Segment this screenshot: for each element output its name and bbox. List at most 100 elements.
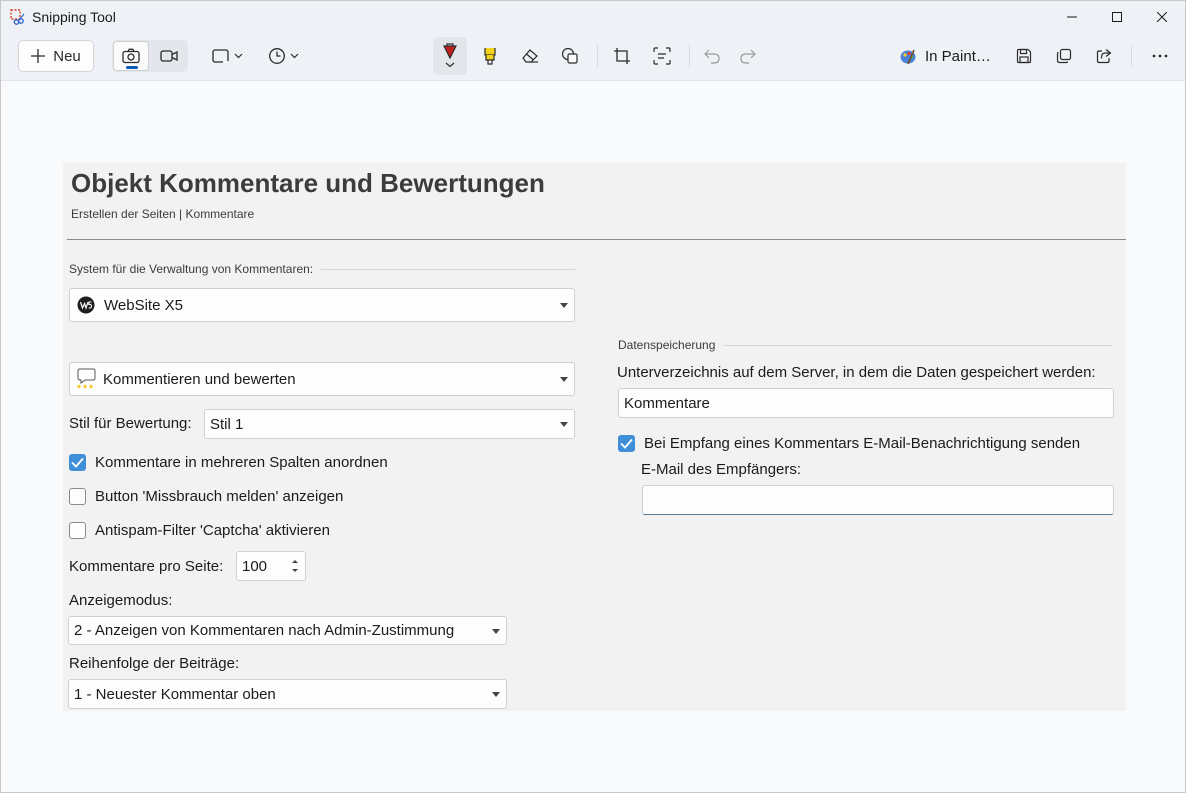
shapes-icon bbox=[561, 47, 578, 64]
eraser-button[interactable] bbox=[517, 40, 543, 72]
snipping-tool-app-icon bbox=[10, 9, 25, 25]
more-options-button[interactable] bbox=[1147, 40, 1173, 72]
plus-icon bbox=[31, 49, 46, 63]
highlighter-icon bbox=[484, 48, 496, 65]
dropdown-caret-icon bbox=[560, 377, 568, 382]
spinner-arrows-icon[interactable] bbox=[290, 556, 300, 576]
rectangle-snip-icon bbox=[211, 49, 229, 63]
share-icon bbox=[1096, 49, 1112, 64]
system-combobox[interactable]: WebSite X5 bbox=[69, 288, 575, 322]
email-recipient-input[interactable] bbox=[642, 485, 1114, 515]
more-options-icon bbox=[1152, 54, 1168, 58]
screenshot-mode-button[interactable] bbox=[113, 41, 149, 71]
crop-button[interactable] bbox=[609, 40, 635, 72]
rating-style-value: Stil 1 bbox=[210, 415, 244, 433]
toolbar-separator bbox=[1131, 45, 1132, 67]
dropdown-caret-icon bbox=[560, 303, 568, 308]
group-divider bbox=[321, 269, 575, 270]
highlighter-button[interactable] bbox=[477, 40, 503, 72]
columns-checkbox-label[interactable]: Kommentare in mehreren Spalten anordnen bbox=[95, 454, 388, 471]
rating-style-combobox[interactable]: Stil 1 bbox=[204, 409, 575, 439]
email-notification-checkbox-label[interactable]: Bei Empfang eines Kommentars E-Mail-Bena… bbox=[644, 435, 1080, 452]
redo-icon bbox=[740, 49, 756, 64]
snip-shape-dropdown[interactable] bbox=[207, 40, 247, 72]
storage-group-label: Datenspeicherung bbox=[618, 338, 716, 352]
comment-rating-icon bbox=[76, 368, 96, 389]
text-actions-icon bbox=[653, 47, 671, 65]
comment-mode-value: Kommentieren und bewerten bbox=[103, 370, 296, 388]
chevron-down-icon bbox=[290, 53, 298, 59]
checkmark-icon bbox=[71, 457, 84, 468]
dropdown-caret-icon bbox=[492, 628, 500, 634]
system-value: WebSite X5 bbox=[104, 296, 183, 314]
display-mode-combobox[interactable]: 2 - Anzeigen von Kommentaren nach Admin-… bbox=[68, 616, 507, 645]
comment-mode-combobox[interactable]: Kommentieren und bewerten bbox=[69, 362, 575, 396]
delay-timer-dropdown[interactable] bbox=[263, 40, 303, 72]
captcha-checkbox[interactable] bbox=[69, 522, 86, 539]
camera-icon bbox=[122, 48, 140, 64]
save-button[interactable] bbox=[1011, 40, 1037, 72]
header-divider bbox=[67, 239, 1126, 240]
close-button[interactable] bbox=[1139, 1, 1185, 33]
captcha-checkbox-label[interactable]: Antispam-Filter 'Captcha' aktivieren bbox=[95, 522, 330, 539]
checkmark-icon bbox=[620, 438, 633, 449]
minimize-button[interactable] bbox=[1049, 1, 1095, 33]
undo-icon bbox=[704, 49, 720, 64]
order-combobox[interactable]: 1 - Neuester Kommentar oben bbox=[68, 679, 507, 709]
per-page-spinbox[interactable]: 100 bbox=[236, 551, 306, 581]
toolbar: Neu In Paint… bbox=[1, 33, 1185, 81]
chevron-down-icon bbox=[234, 53, 242, 59]
video-mode-button[interactable] bbox=[152, 41, 186, 71]
toolbar-separator bbox=[597, 45, 598, 67]
title-bar: Snipping Tool bbox=[1, 1, 1185, 33]
minimize-icon bbox=[1067, 16, 1077, 18]
email-notification-checkbox[interactable] bbox=[618, 435, 635, 452]
new-snip-label: Neu bbox=[53, 47, 81, 65]
captured-screenshot: Objekt Kommentare und Bewertungen Erstel… bbox=[63, 163, 1126, 711]
undo-button[interactable] bbox=[699, 40, 725, 72]
video-camera-icon bbox=[160, 50, 178, 62]
abuse-report-checkbox-label[interactable]: Button 'Missbrauch melden' anzeigen bbox=[95, 488, 343, 505]
order-label: Reihenfolge der Beiträge: bbox=[69, 655, 240, 672]
save-icon bbox=[1016, 48, 1032, 64]
open-in-paint-label: In Paint… bbox=[925, 47, 991, 65]
email-recipient-label: E-Mail des Empfängers: bbox=[641, 461, 802, 478]
crop-icon bbox=[614, 48, 630, 64]
maximize-button[interactable] bbox=[1094, 1, 1140, 33]
abuse-report-checkbox[interactable] bbox=[69, 488, 86, 505]
capture-mode-toggle bbox=[112, 40, 188, 72]
per-page-value: 100 bbox=[242, 557, 268, 575]
ballpoint-pen-button[interactable] bbox=[433, 37, 467, 75]
system-group-label: System für die Verwaltung von Kommentare… bbox=[69, 262, 314, 276]
paint-app-icon bbox=[900, 49, 916, 65]
per-page-label: Kommentare pro Seite: bbox=[69, 558, 224, 575]
copy-button[interactable] bbox=[1051, 40, 1077, 72]
eraser-icon bbox=[522, 49, 538, 63]
text-actions-button[interactable] bbox=[649, 40, 675, 72]
open-in-paint-button[interactable]: In Paint… bbox=[899, 40, 991, 72]
dropdown-caret-icon bbox=[560, 422, 568, 427]
snipping-tool-window: Snipping Tool Neu In Paint… Objekt Komme… bbox=[0, 0, 1186, 793]
order-value: 1 - Neuester Kommentar oben bbox=[74, 685, 276, 703]
active-indicator bbox=[126, 66, 138, 69]
redo-button[interactable] bbox=[735, 40, 761, 72]
subdir-value: Kommentare bbox=[624, 394, 710, 412]
page-subtitle: Erstellen der Seiten | Kommentare bbox=[71, 207, 255, 221]
websitex5-logo-icon bbox=[77, 296, 95, 314]
copy-icon bbox=[1056, 48, 1072, 64]
clock-icon bbox=[268, 48, 285, 64]
dropdown-caret-icon bbox=[492, 692, 500, 697]
close-icon bbox=[1157, 12, 1167, 22]
window-title: Snipping Tool bbox=[32, 9, 116, 25]
shapes-button[interactable] bbox=[557, 40, 583, 72]
subdir-input[interactable]: Kommentare bbox=[618, 388, 1114, 418]
display-mode-label: Anzeigemodus: bbox=[69, 592, 173, 609]
page-title: Objekt Kommentare und Bewertungen bbox=[71, 168, 545, 198]
share-button[interactable] bbox=[1091, 40, 1117, 72]
new-snip-button[interactable]: Neu bbox=[18, 40, 94, 72]
subdir-label: Unterverzeichnis auf dem Server, in dem … bbox=[617, 364, 1096, 381]
display-mode-value: 2 - Anzeigen von Kommentaren nach Admin-… bbox=[74, 622, 455, 639]
maximize-icon bbox=[1112, 12, 1122, 22]
columns-checkbox[interactable] bbox=[69, 454, 86, 471]
group-divider bbox=[723, 345, 1113, 346]
